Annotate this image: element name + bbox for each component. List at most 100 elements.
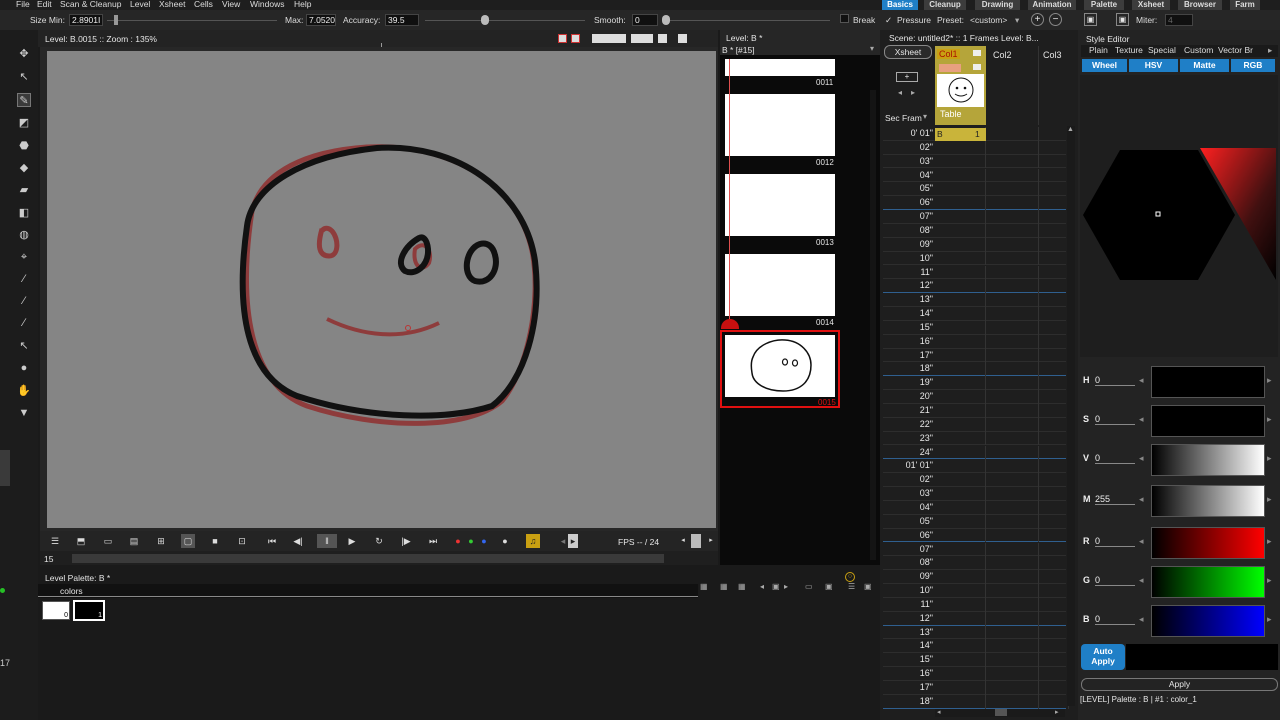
xsheet-cell[interactable] (1039, 223, 1069, 238)
control-point-tool-icon[interactable]: ⁄ (17, 294, 31, 308)
h-gradient-bar[interactable] (1151, 366, 1265, 398)
accuracy-slider-handle[interactable] (481, 15, 489, 25)
add-preset-icon[interactable]: + (1031, 13, 1044, 26)
xsheet-cell-b1[interactable]: B 1 (935, 128, 986, 141)
xsheet-cell[interactable] (935, 570, 986, 584)
s-gradient-bar[interactable] (1151, 405, 1265, 437)
last-frame-icon[interactable]: ⏭ (426, 534, 440, 548)
size-min-field[interactable]: 2.8901I (69, 14, 103, 26)
xsheet-cell[interactable] (986, 348, 1039, 363)
camera-stand-icon[interactable]: ⬒ (74, 534, 88, 548)
xsheet-row[interactable]: 02" (883, 140, 1069, 155)
mode-matte[interactable]: Matte (1180, 59, 1229, 72)
frame-thumb-0012[interactable] (725, 94, 835, 156)
xsheet-cell[interactable] (1039, 293, 1069, 307)
xsheet-cell[interactable] (986, 694, 1039, 709)
xsheet-row[interactable]: 12" (883, 611, 1069, 626)
xsheet-cell[interactable] (986, 168, 1039, 183)
xsheet-cell[interactable] (935, 639, 986, 654)
animate-tool-icon[interactable]: ✥ (17, 47, 31, 61)
m-value-field[interactable]: 255 (1095, 494, 1135, 505)
xsheet-cell[interactable] (935, 348, 986, 363)
grid-view-icon[interactable]: ▦ (700, 582, 708, 591)
xsheet-cell[interactable] (935, 376, 986, 391)
miter-field[interactable]: 4 (1165, 14, 1193, 26)
style-picker-tool-icon[interactable]: ⌖ (17, 250, 31, 264)
xsheet-cell-area[interactable]: 0' 01" 02" 03" 04" 05" 06" 07" 08" 09" 10" 11" 12" 1… (880, 127, 1069, 709)
apply-button[interactable]: Apply (1081, 678, 1278, 691)
xsheet-cell[interactable] (935, 514, 986, 529)
new-style-icon[interactable]: ▦ (720, 582, 728, 591)
max-field[interactable]: 7.0520 (306, 14, 336, 26)
tab-special[interactable]: Special (1148, 45, 1176, 56)
xsheet-hscroll[interactable]: ◂ ▸ (935, 709, 1065, 717)
xsheet-cell[interactable] (935, 210, 986, 224)
xsheet-cell[interactable] (1039, 487, 1069, 501)
xsheet-cell[interactable] (1039, 528, 1069, 543)
xsheet-cell[interactable] (986, 196, 1039, 211)
geometric-tool-icon[interactable]: ◩ (17, 116, 31, 130)
xsheet-cell[interactable] (986, 487, 1039, 501)
xsheet-cell[interactable] (935, 293, 986, 307)
xsheet-row[interactable]: 18" (883, 694, 1069, 709)
xsheet-cell[interactable] (935, 694, 986, 709)
xsheet-row[interactable]: 16" (883, 667, 1069, 681)
xsheet-row[interactable]: 05" (883, 182, 1069, 197)
palette-menu-icon[interactable]: ☰ (848, 582, 855, 591)
xsheet-cell[interactable] (1039, 417, 1069, 432)
xsheet-cell[interactable] (986, 611, 1039, 626)
xsheet-tab-button[interactable]: Xsheet (884, 45, 932, 59)
xsheet-cell[interactable] (986, 667, 1039, 681)
xsheet-cell[interactable] (986, 639, 1039, 654)
prev-frame-icon[interactable]: ◀| (291, 534, 305, 548)
sound-icon[interactable]: ♫ (526, 534, 540, 548)
xsheet-cell[interactable] (935, 362, 986, 377)
v-gradient-bar[interactable] (1151, 444, 1265, 476)
xsheet-cell[interactable] (986, 210, 1039, 224)
skeleton-tool-icon[interactable]: ↖ (17, 339, 31, 353)
safe-area-toggle-icon[interactable]: ▢ (181, 534, 195, 548)
b-decrease-icon[interactable]: ◂ (1139, 614, 1144, 625)
scroll-left-icon[interactable]: ◂ (937, 708, 941, 716)
xsheet-row[interactable]: 21" (883, 404, 1069, 418)
xsheet-cell[interactable] (1039, 390, 1069, 404)
play-icon[interactable]: ▶ (345, 534, 359, 548)
menu-edit[interactable]: Edit (37, 0, 52, 9)
xsheet-cell[interactable] (1039, 694, 1069, 709)
xsheet-cell[interactable] (986, 320, 1039, 335)
tracker-tool-icon[interactable]: ● (17, 361, 31, 375)
room-farm[interactable]: Farm (1230, 0, 1260, 10)
room-drawing[interactable]: Drawing (975, 0, 1020, 10)
xsheet-cell[interactable] (986, 417, 1039, 432)
chevron-down-icon[interactable]: ▾ (870, 44, 874, 53)
xsheet-cell[interactable] (935, 611, 986, 626)
g-increase-icon[interactable]: ▸ (1267, 575, 1272, 586)
r-gradient-bar[interactable] (1151, 527, 1265, 559)
xsheet-cell[interactable] (935, 653, 986, 668)
xsheet-cell[interactable] (1039, 182, 1069, 197)
xsheet-cell[interactable] (1039, 210, 1069, 224)
r-increase-icon[interactable]: ▸ (1267, 536, 1272, 547)
xsheet-cell[interactable] (1039, 348, 1069, 363)
break-checkbox[interactable] (840, 14, 849, 23)
xsheet-cell[interactable] (1039, 431, 1069, 446)
xsheet-cell[interactable] (935, 597, 986, 612)
xsheet-cell[interactable] (1039, 542, 1069, 557)
xsheet-cell[interactable] (1039, 362, 1069, 377)
right-arrow-icon[interactable]: ▸ (784, 582, 788, 591)
xsheet-row[interactable]: 13" (883, 293, 1069, 307)
accuracy-slider-track[interactable] (425, 20, 585, 21)
col3-header[interactable]: Col3 (1039, 46, 1069, 125)
preset-dropdown[interactable]: <custom> (970, 15, 1007, 25)
xsheet-cell[interactable] (935, 556, 986, 571)
slider-handle[interactable]: ▸ (568, 534, 578, 548)
xsheet-cell[interactable] (1039, 140, 1069, 155)
remove-preset-icon[interactable]: − (1049, 13, 1062, 26)
chevron-down-icon[interactable]: ▾ (923, 112, 927, 121)
xsheet-row[interactable]: 12" (883, 279, 1069, 294)
xsheet-cell[interactable] (986, 154, 1039, 169)
palette-gizmo-icon[interactable]: ▣ (825, 582, 833, 591)
type-tool-icon[interactable]: ⬣ (17, 139, 31, 153)
menu-help[interactable]: Help (294, 0, 311, 9)
g-value-field[interactable]: 0 (1095, 575, 1135, 586)
